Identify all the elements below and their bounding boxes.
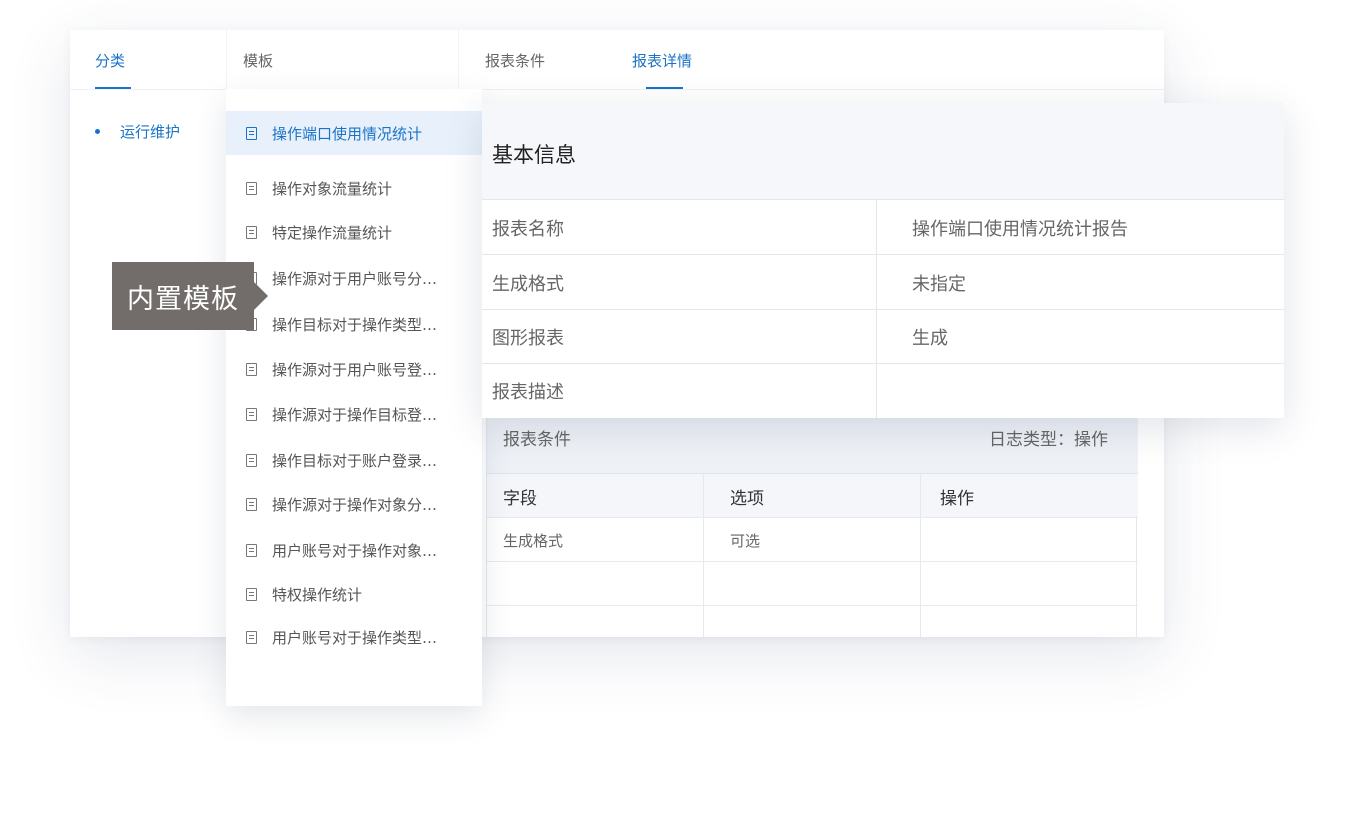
tab-category-underline [95,87,131,89]
info-label: 生成格式 [492,274,564,295]
table-cell-option: 可选 [730,531,761,550]
basic-info-header: 基本信息 [482,103,1284,200]
bullet-icon [95,129,100,134]
document-icon [246,453,257,467]
builtin-template-tooltip: 内置模板 [112,262,268,330]
template-item-label: 操作源对于操作目标登… [272,405,438,424]
info-row-chart-report: 图形报表 生成 [482,309,1284,364]
category-item-label: 运行维护 [120,123,181,141]
table-cell-field [487,606,503,637]
info-row-report-name: 报表名称 操作端口使用情况统计报告 [482,200,1284,255]
table-cell-option [714,606,730,637]
document-icon [246,543,257,557]
column-divider [703,474,704,637]
template-item[interactable]: 用户账号对于操作对象… [226,528,482,572]
report-conditions-panel: 报表条件 日志类型：操作 字段 选项 操作 生成格式 可选 [486,400,1138,637]
column-header-action: 操作 [940,488,974,509]
tab-details[interactable]: 报表详情 [632,50,692,71]
table-cell-action [924,562,940,606]
tooltip-text: 内置模板 [127,283,239,315]
info-row-format: 生成格式 未指定 [482,255,1284,310]
table-cell-action [924,518,940,562]
table-row [487,606,1138,637]
template-item-label: 操作端口使用情况统计 [272,124,423,143]
template-item-label: 特定操作流量统计 [272,223,393,242]
basic-info-card: 基本信息 报表名称 操作端口使用情况统计报告 生成格式 未指定 图形报表 生成 … [482,103,1284,418]
template-item-label: 用户账号对于操作对象… [272,541,438,560]
template-item-label: 操作目标对于账户登录… [272,451,438,470]
info-value: 未指定 [912,274,966,295]
document-icon [246,630,257,644]
document-icon [246,181,257,195]
table-cell-option [714,562,730,606]
top-tabs-bar: 分类 模板 报表条件 报表详情 [70,30,1164,90]
template-item-label: 操作对象流量统计 [272,179,393,198]
tab-template[interactable]: 模板 [243,50,273,71]
table-row [487,562,1138,606]
column-divider [920,474,921,637]
document-icon [246,126,257,140]
conditions-title: 报表条件 [503,430,571,450]
info-label: 图形报表 [492,328,564,349]
template-item-label: 操作源对于用户账号分… [272,269,438,288]
template-item[interactable]: 操作目标对于账户登录… [226,438,482,482]
document-icon [246,497,257,511]
template-item[interactable]: 特权操作统计 [226,572,482,616]
table-cell-action [924,606,940,637]
column-header-option: 选项 [730,488,764,509]
info-row-description: 报表描述 [482,363,1284,418]
log-type-label: 日志类型：操作 [989,430,1108,450]
header-divider [226,30,227,90]
basic-info-title: 基本信息 [492,143,576,167]
template-item[interactable]: 操作对象流量统计 [226,166,482,210]
template-item-label: 用户账号对于操作类型… [272,628,438,647]
tab-conditions[interactable]: 报表条件 [485,50,545,71]
document-icon [246,225,257,239]
template-item-label: 操作目标对于操作类型… [272,315,438,334]
header-divider [458,30,459,90]
column-header-field: 字段 [503,488,537,509]
tab-category[interactable]: 分类 [95,50,125,71]
template-item-label: 操作源对于操作对象分… [272,495,438,514]
info-value: 生成 [912,328,948,349]
table-cell-field: 生成格式 [503,531,564,550]
document-icon [246,407,257,421]
category-item-ops[interactable]: 运行维护 [95,121,180,142]
conditions-table-header: 字段 选项 操作 [487,474,1138,518]
template-item-label: 特权操作统计 [272,585,363,604]
template-list-panel: 操作端口使用情况统计 操作对象流量统计 特定操作流量统计 操作源对于用户账号分…… [226,89,482,706]
table-row: 生成格式 可选 [487,518,1138,562]
info-label: 报表描述 [492,382,564,403]
document-icon [246,362,257,376]
template-item[interactable]: 操作端口使用情况统计 [226,111,482,155]
document-icon [246,587,257,601]
info-value: 操作端口使用情况统计报告 [912,219,1128,240]
info-column-divider [876,200,877,418]
template-item[interactable]: 用户账号对于操作类型… [226,615,482,659]
tab-details-underline [646,87,683,89]
template-item[interactable]: 操作源对于操作目标登… [226,392,482,436]
template-item-label: 操作源对于用户账号登… [272,360,438,379]
template-item[interactable]: 操作源对于用户账号登… [226,347,482,391]
template-item[interactable]: 特定操作流量统计 [226,210,482,254]
template-item[interactable]: 操作源对于操作对象分… [226,482,482,526]
info-label: 报表名称 [492,219,564,240]
table-cell-field [487,562,503,606]
